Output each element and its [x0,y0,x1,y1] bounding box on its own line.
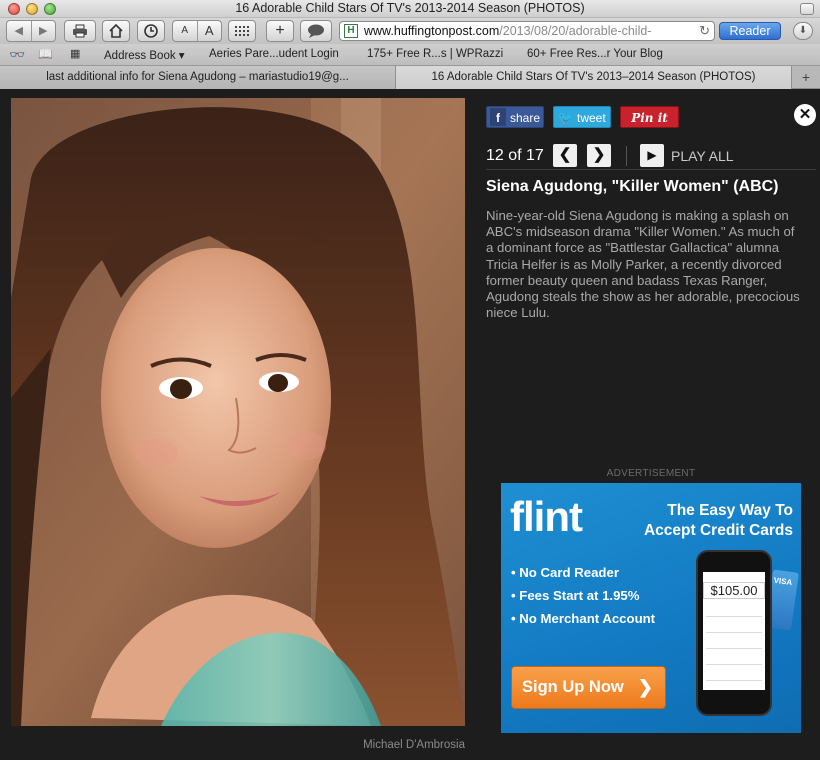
new-tab-button[interactable]: + [792,66,820,89]
slide-photo [11,98,465,726]
play-all-button[interactable]: ▶ [640,144,664,167]
slide-description: Nine-year-old Siena Agudong is making a … [486,208,800,321]
site-favicon-icon: H [344,24,358,38]
next-slide-button[interactable]: ❯ [587,144,611,167]
play-icon: ▶ [647,148,657,162]
bookmark-address-book[interactable]: Address Book ▾ [104,48,185,62]
chevron-right-icon: ❯ [637,677,653,697]
play-all-label[interactable]: PLAY ALL [671,148,734,164]
bookmarks-bar: 👓 📖 ▦ Address Book ▾ Aeries Pare...udent… [0,44,820,66]
window-titlebar: 16 Adorable Child Stars Of TV's 2013-201… [0,0,820,18]
home-icon [109,23,123,38]
back-forward-control: ◀ ▶ [6,20,56,42]
phone-divider [706,648,762,649]
sign-up-label: Sign Up Now [522,678,624,696]
visa-logo: VISA [773,575,793,588]
toolbar-toggle-button[interactable] [800,3,814,15]
close-window-button[interactable] [8,3,20,15]
url-host: www.huffingtonpost.com [364,24,500,38]
flint-advertisement[interactable]: flint The Easy Way To Accept Credit Card… [501,483,801,733]
add-bookmark-button[interactable]: + [266,20,294,42]
bookmark-aeries[interactable]: Aeries Pare...udent Login [209,48,339,60]
twitter-tweet-label: tweet [577,111,606,125]
phone-divider [706,680,762,681]
tab-huffington[interactable]: 16 Adorable Child Stars Of TV's 2013–201… [396,66,792,89]
chevron-right-icon: ❯ [592,146,606,163]
bookmark-wprazzi[interactable]: 175+ Free R...s | WPRazzi [367,48,503,60]
window-title: 16 Adorable Child Stars Of TV's 2013-201… [235,1,585,15]
top-sites-grid-icon[interactable]: ▦ [70,47,80,60]
top-sites-button[interactable] [228,20,256,42]
twitter-tweet-button[interactable]: 🐦 tweet [553,106,611,128]
photo-credit: Michael D'Ambrosia [363,739,465,751]
bookmarks-book-icon[interactable]: 📖 [38,47,53,61]
speech-bubble-icon [308,24,324,38]
slideshow-navigation: 12 of 17 ❮ ❯ ▶ PLAY ALL [486,144,816,170]
minimize-window-button[interactable] [26,3,38,15]
previous-slide-button[interactable]: ❮ [553,144,577,167]
text-bigger-button[interactable]: A [196,21,222,41]
tab-bar: last additional info for Siena Agudong –… [0,66,820,89]
text-size-control: A A [172,20,222,42]
ad-tagline-line2: Accept Credit Cards [643,522,793,539]
girl-portrait-image [11,98,465,726]
history-button[interactable] [137,20,165,42]
ad-tagline-line1: The Easy Way To [667,502,793,519]
forward-icon[interactable]: ▶ [30,21,56,41]
slide-counter: 12 of 17 [486,147,544,164]
phone-amount: $105.00 [703,582,765,599]
facebook-share-label: share [510,111,541,125]
slideshow-page: Michael D'Ambrosia f share 🐦 tweet Pin it … [0,89,820,760]
reload-icon[interactable]: ↻ [699,22,710,40]
facebook-icon: f [490,108,506,126]
plus-icon: + [275,22,285,39]
reading-list-icon[interactable]: 👓 [9,47,25,63]
ad-tagline: The Easy Way To Accept Credit Cards [611,501,793,541]
ad-feature: • No Merchant Account [511,611,656,626]
phone-divider [706,632,762,633]
sign-up-now-button[interactable]: Sign Up Now ❯ [511,666,666,709]
facebook-share-button[interactable]: f share [486,106,544,128]
comments-button[interactable] [300,20,332,42]
slide-title: Siena Agudong, "Killer Women" (ABC) [486,178,779,195]
reader-button[interactable]: Reader [719,22,781,40]
printer-icon [73,24,87,38]
pinterest-pin-button[interactable]: Pin it [620,106,679,128]
phone-image: $105.00 [696,550,772,716]
grid-icon [235,26,249,36]
url-path: /2013/08/20/adorable-child- [499,24,652,38]
zoom-window-button[interactable] [44,3,56,15]
tab-mail[interactable]: last additional info for Siena Agudong –… [0,66,396,89]
phone-screen: $105.00 [703,572,765,690]
clock-icon [144,24,158,38]
close-icon: ✕ [798,106,812,123]
home-button[interactable] [102,20,130,42]
print-button[interactable] [64,20,96,42]
bookmark-free-resources[interactable]: 60+ Free Res...r Your Blog [527,48,663,60]
chevron-left-icon: ❮ [558,146,572,163]
ad-feature-list: • No Card Reader • Fees Start at 1.95% •… [511,565,655,634]
phone-divider [706,616,762,617]
ad-label: ADVERTISEMENT [606,468,696,479]
browser-toolbar: ◀ ▶ A A + H www.huffingtonpost.com/2013/… [0,18,820,44]
twitter-bird-icon: 🐦 [557,111,573,125]
address-bar[interactable]: H www.huffingtonpost.com/2013/08/20/ador… [339,21,715,41]
text-smaller-button[interactable]: A [173,21,197,41]
ad-feature: • Fees Start at 1.95% [511,588,640,603]
back-icon[interactable]: ◀ [7,21,31,41]
download-icon: ⬇ [798,25,808,36]
close-slideshow-button[interactable]: ✕ [794,104,816,126]
phone-divider [706,664,762,665]
nav-divider [626,146,627,166]
ad-feature: • No Card Reader [511,565,619,580]
downloads-button[interactable]: ⬇ [793,22,813,40]
flint-logo: flint [510,493,583,540]
